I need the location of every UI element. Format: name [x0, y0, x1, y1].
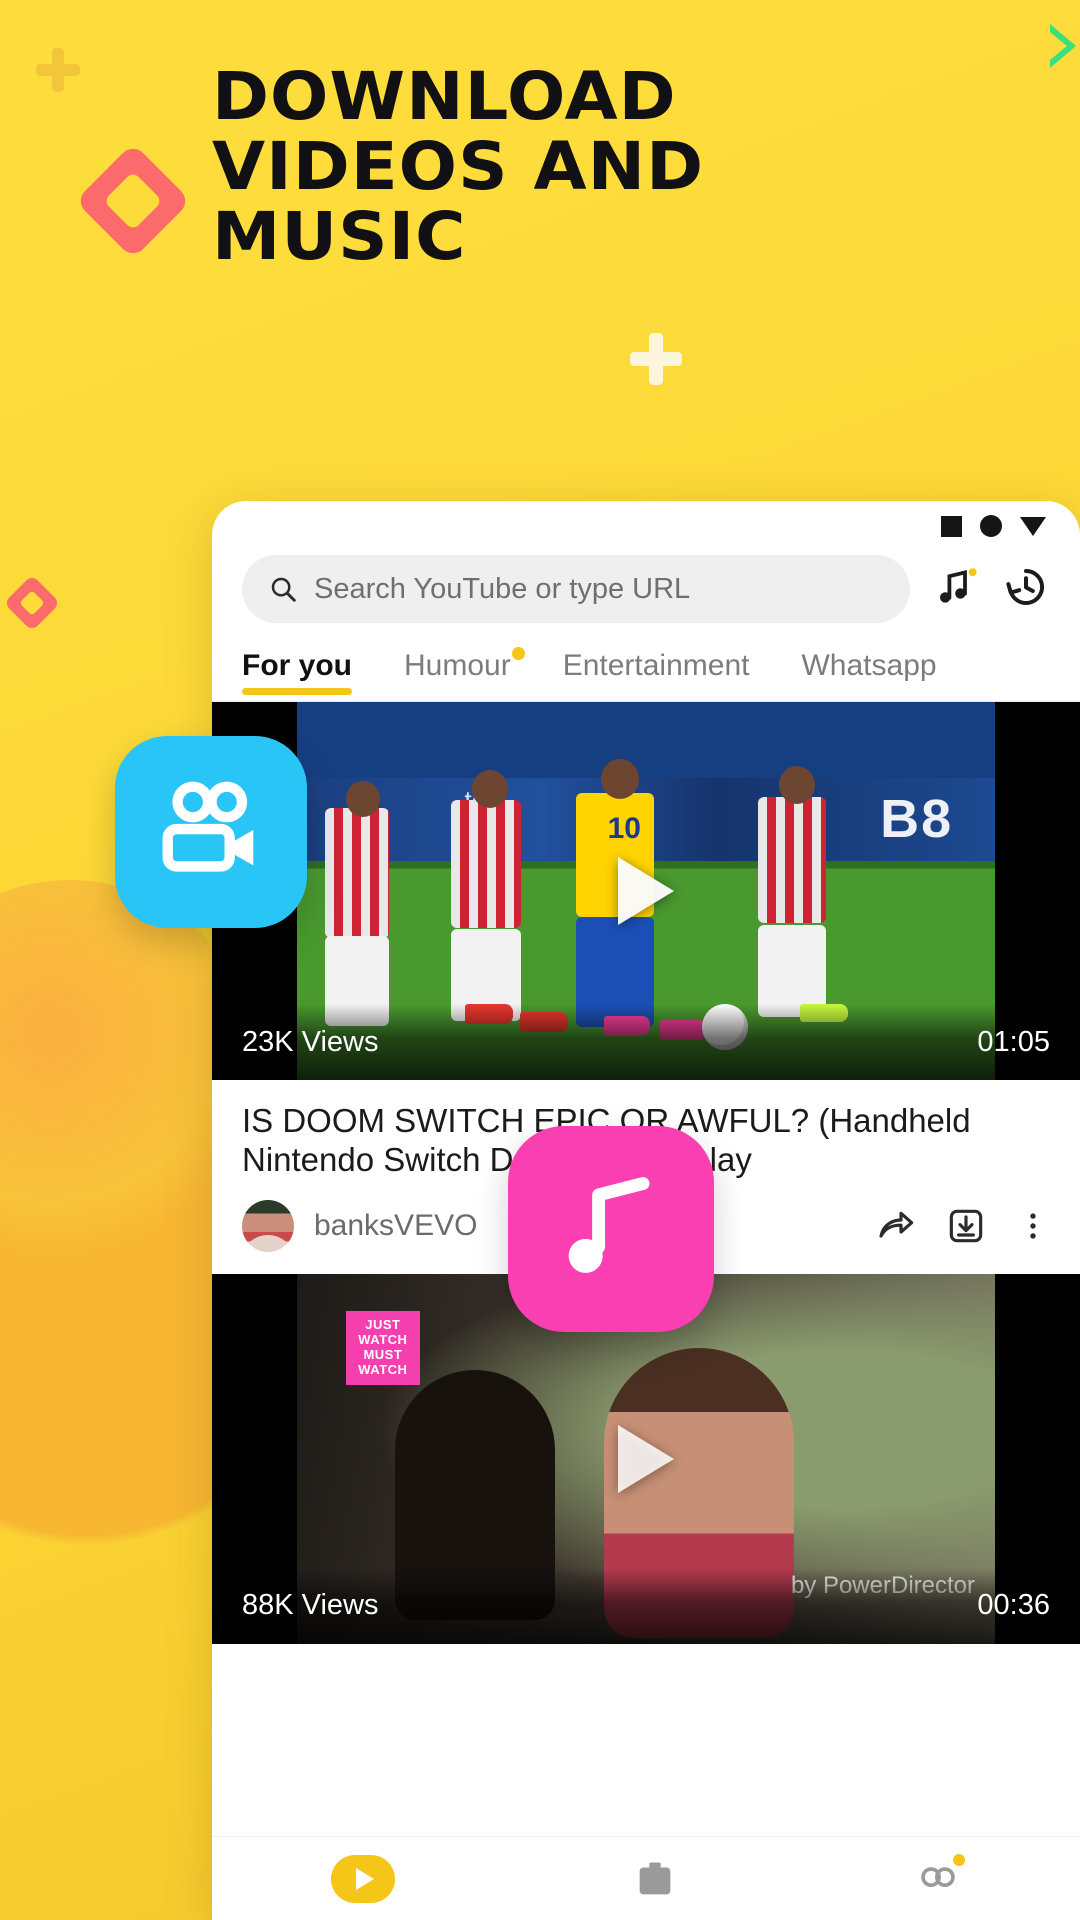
video-meta-row: 23K Views 01:05	[212, 1004, 1080, 1080]
avatar[interactable]	[242, 1199, 294, 1252]
play-icon[interactable]	[618, 1424, 674, 1493]
player-head	[778, 766, 815, 805]
player-figure	[324, 807, 389, 938]
download-icon[interactable]	[946, 1206, 986, 1246]
player-head	[471, 770, 508, 809]
player-head	[345, 781, 380, 818]
promo-headline: Download Videos and Music	[212, 62, 898, 272]
video-duration: 00:36	[977, 1589, 1050, 1622]
sticker-badge: JUST WATCH MUST WATCH	[345, 1310, 420, 1385]
play-icon[interactable]	[618, 857, 674, 925]
video-views: 88K Views	[242, 1589, 379, 1622]
plus-decoration-icon	[36, 48, 80, 92]
circle-icon	[980, 515, 1002, 537]
arrow-decoration-icon	[1050, 24, 1076, 68]
more-vertical-icon[interactable]	[1016, 1206, 1050, 1246]
video-actions	[876, 1206, 1054, 1246]
search-placeholder: Search YouTube or type URL	[314, 572, 691, 605]
nav-play-button[interactable]	[330, 1854, 395, 1903]
history-icon[interactable]	[1002, 563, 1050, 616]
share-icon[interactable]	[876, 1206, 916, 1246]
tab-label: For you	[242, 649, 352, 682]
tab-label: Entertainment	[562, 649, 750, 682]
plus-decoration-icon	[630, 333, 682, 385]
video-camera-icon[interactable]	[115, 736, 307, 928]
search-input[interactable]: Search YouTube or type URL	[242, 555, 910, 623]
headline-line-1: Download	[212, 58, 677, 135]
scoreboard-text: B8	[880, 789, 954, 850]
music-library-icon[interactable]	[932, 563, 980, 616]
tab-for-you[interactable]: For you	[242, 649, 352, 701]
downloads-icon	[639, 1862, 671, 1894]
tab-entertainment[interactable]: Entertainment	[563, 649, 750, 701]
music-note-icon[interactable]	[508, 1126, 714, 1332]
headline-line-3: Music	[212, 197, 467, 275]
video-meta-row: 88K Views 00:36	[212, 1567, 1080, 1644]
square-icon	[941, 515, 962, 537]
video-views: 23K Views	[242, 1025, 379, 1058]
search-row: Search YouTube or type URL	[212, 545, 1080, 623]
player-figure	[450, 800, 521, 929]
category-tabs: For you Humour Entertainment Whatsapp	[212, 623, 1080, 702]
video-duration: 01:05	[977, 1025, 1050, 1058]
tab-badge-dot	[511, 647, 525, 660]
nav-profile-button[interactable]	[915, 1853, 966, 1902]
search-icon	[271, 577, 296, 602]
status-bar	[212, 501, 1080, 545]
tab-whatsapp[interactable]: Whatsapp	[801, 649, 936, 701]
tab-label: Humour	[404, 649, 511, 682]
nav-downloads-button[interactable]	[632, 1856, 678, 1902]
nav-badge-dot	[953, 1853, 966, 1866]
triangle-down-icon	[1020, 516, 1046, 536]
tab-label: Whatsapp	[801, 649, 937, 682]
jersey-number: 10	[607, 811, 641, 845]
player-figure	[757, 796, 826, 923]
play-icon	[330, 1854, 395, 1903]
video-thumbnail-1[interactable]: B8 tos 10 23K Views 01:05	[212, 702, 1080, 1080]
headline-line-2: Videos and	[212, 127, 705, 205]
bottom-navigation	[212, 1836, 1080, 1920]
tab-humour[interactable]: Humour	[404, 647, 525, 701]
player-head	[600, 758, 639, 799]
